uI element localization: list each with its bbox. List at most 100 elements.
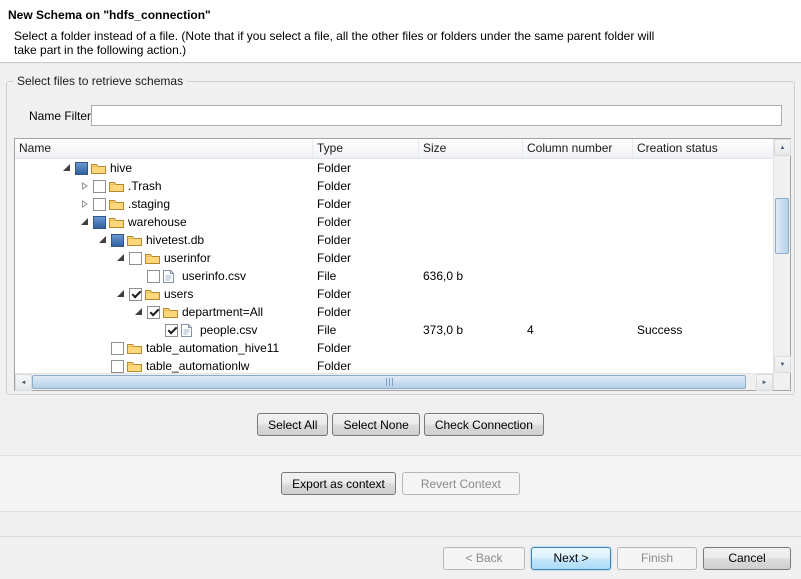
name-filter-label: Name Filter: [29, 109, 94, 123]
context-panel: Export as context Revert Context [0, 455, 801, 512]
row-checkbox[interactable] [129, 288, 142, 301]
description-line-2: take part in the following action.) [14, 43, 654, 57]
folder-icon [127, 233, 145, 247]
vertical-scrollbar-column: ▲ ▼ [773, 139, 790, 390]
tree-indent [15, 330, 149, 331]
cancel-button[interactable]: Cancel [703, 547, 791, 570]
collapse-expander-icon[interactable] [113, 250, 129, 266]
table-row[interactable]: table_automation_hive11Folder [15, 339, 773, 357]
right-arrow-icon[interactable]: ► [756, 374, 773, 391]
file-icon [181, 323, 199, 337]
table-row[interactable]: .Trash Folder [15, 177, 773, 195]
folder-icon [145, 287, 163, 301]
row-checkbox[interactable] [129, 252, 142, 265]
collapse-expander-icon[interactable] [113, 286, 129, 302]
table-row[interactable]: department=All Folder [15, 303, 773, 321]
export-as-context-button[interactable]: Export as context [281, 472, 396, 495]
expander-placeholder [131, 268, 147, 284]
horizontal-scroll-thumb[interactable] [32, 375, 746, 389]
row-checkbox[interactable] [93, 198, 106, 211]
col-header-creation-status[interactable]: Creation status [633, 139, 773, 158]
cell-name: table_automation_hive11 [15, 339, 313, 357]
scrollbar-corner [774, 373, 790, 390]
expander-placeholder [95, 340, 111, 356]
wizard-header: New Schema on "hdfs_connection" Select a… [0, 0, 801, 63]
cell-type: File [313, 321, 419, 339]
row-checkbox[interactable] [111, 234, 124, 247]
expand-expander-icon[interactable] [77, 178, 93, 194]
table-row[interactable]: table_automationlwFolder [15, 357, 773, 373]
select-files-group: Select files to retrieve schemas Name Fi… [6, 81, 795, 395]
row-label: .Trash [128, 177, 162, 195]
col-header-column-number[interactable]: Column number [523, 139, 633, 158]
vertical-scroll-thumb[interactable] [775, 198, 789, 254]
collapse-expander-icon[interactable] [131, 304, 147, 320]
tree-indent [15, 222, 77, 223]
col-header-size[interactable]: Size [419, 139, 523, 158]
expand-expander-icon[interactable] [77, 196, 93, 212]
row-checkbox[interactable] [111, 342, 124, 355]
row-checkbox[interactable] [147, 306, 160, 319]
col-header-name[interactable]: Name [15, 139, 313, 158]
row-checkbox[interactable] [111, 360, 124, 373]
table-main: NameTypeSizeColumn numberCreation status… [15, 139, 773, 390]
check-connection-button[interactable]: Check Connection [424, 413, 544, 436]
row-label: users [164, 285, 193, 303]
table-row[interactable]: usersFolder [15, 285, 773, 303]
folder-icon [91, 161, 109, 175]
row-label: hivetest.db [146, 231, 204, 249]
row-label: .staging [128, 195, 170, 213]
table-row[interactable]: hivetest.dbFolder [15, 231, 773, 249]
row-checkbox[interactable] [93, 216, 106, 229]
collapse-expander-icon[interactable] [59, 160, 75, 176]
cell-name: hivetest.db [15, 231, 313, 249]
cell-type: Folder [313, 177, 419, 195]
tree-indent [15, 204, 77, 205]
collapse-expander-icon[interactable] [95, 232, 111, 248]
cell-name: userinfor [15, 249, 313, 267]
cell-name: warehouse [15, 213, 313, 231]
vertical-scrollbar[interactable]: ▲ ▼ [774, 139, 790, 373]
row-label: department=All [182, 303, 263, 321]
cell-type: Folder [313, 159, 419, 177]
horizontal-scrollbar[interactable]: ◄ ► [15, 373, 773, 390]
table-row[interactable]: people.csvFile373,0 b4Success [15, 321, 773, 339]
select-none-button[interactable]: Select None [332, 413, 419, 436]
down-arrow-icon[interactable]: ▼ [774, 356, 791, 373]
tree-indent [15, 186, 77, 187]
row-label: hive [110, 159, 132, 177]
cell-name: userinfo.csv [15, 267, 313, 285]
row-checkbox[interactable] [165, 324, 178, 337]
name-filter-input[interactable] [91, 105, 782, 126]
folder-icon [163, 305, 181, 319]
tree-indent [15, 348, 95, 349]
header-description: Select a folder instead of a file. (Note… [14, 29, 654, 57]
table-row[interactable]: userinforFolder [15, 249, 773, 267]
up-arrow-icon[interactable]: ▲ [774, 139, 791, 156]
table-row[interactable]: userinfo.csvFile636,0 b [15, 267, 773, 285]
col-header-type[interactable]: Type [313, 139, 419, 158]
left-arrow-icon[interactable]: ◄ [15, 374, 32, 391]
row-checkbox[interactable] [147, 270, 160, 283]
vertical-scroll-track[interactable] [774, 156, 790, 356]
cell-name: table_automationlw [15, 357, 313, 373]
row-label: table_automation_hive11 [146, 339, 279, 357]
expander-placeholder [149, 322, 165, 338]
table-row[interactable]: hive Folder [15, 159, 773, 177]
row-checkbox[interactable] [75, 162, 88, 175]
folder-icon [145, 251, 163, 265]
table-row[interactable]: .stagingFolder [15, 195, 773, 213]
cell-type: Folder [313, 303, 419, 321]
next-button[interactable]: Next > [531, 547, 611, 570]
row-checkbox[interactable] [93, 180, 106, 193]
description-line-1: Select a folder instead of a file. (Note… [14, 29, 654, 43]
horizontal-scroll-track[interactable] [32, 374, 756, 390]
collapse-expander-icon[interactable] [77, 214, 93, 230]
schema-file-table: NameTypeSizeColumn numberCreation status… [14, 138, 791, 391]
cell-type: File [313, 267, 419, 285]
table-row[interactable]: warehouseFolder [15, 213, 773, 231]
select-all-button[interactable]: Select All [257, 413, 328, 436]
folder-icon [109, 179, 127, 193]
cell-column-number: 4 [523, 321, 633, 339]
cell-name: people.csv [15, 321, 313, 339]
